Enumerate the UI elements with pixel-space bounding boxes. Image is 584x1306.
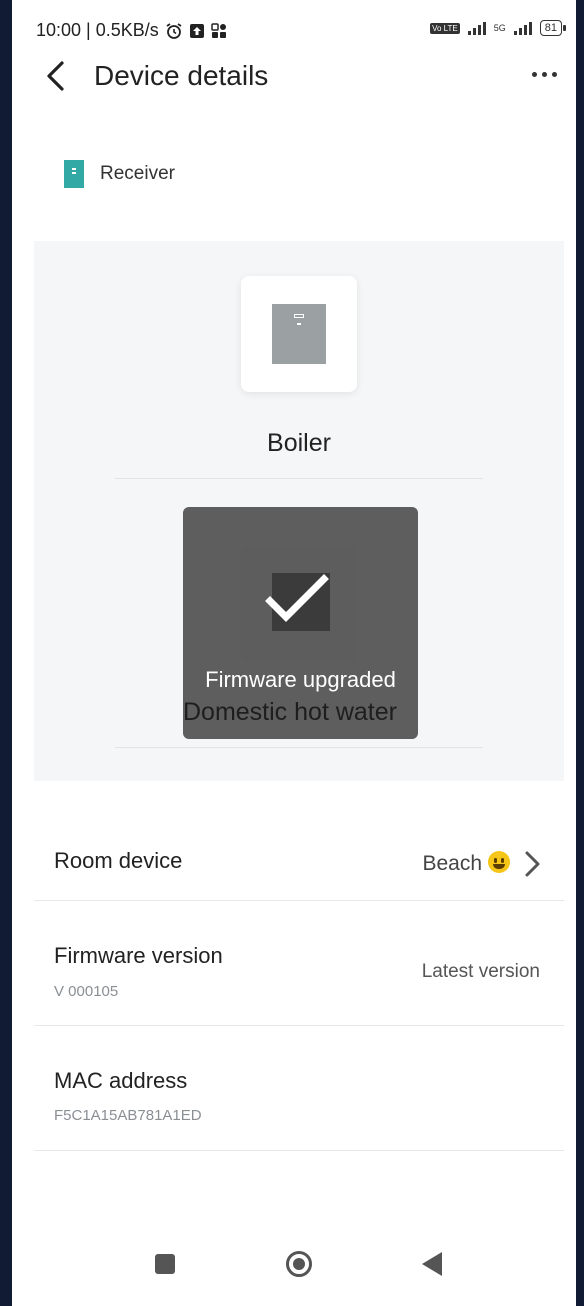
mac-title: MAC address	[54, 1068, 188, 1093]
network-type-label: 5G	[493, 23, 506, 33]
more-options-icon[interactable]	[524, 62, 564, 86]
volte-icon: Vo LTE	[430, 22, 460, 34]
system-nav-bar	[12, 1238, 576, 1294]
signal-icon	[467, 21, 486, 35]
page-title: Device details	[94, 60, 269, 91]
receiver-icon	[64, 160, 84, 188]
recents-icon[interactable]	[155, 1254, 175, 1274]
checkmark-tile	[265, 573, 330, 631]
room-device-row[interactable]: Room device Beach	[34, 820, 564, 900]
back-triangle-icon[interactable]	[422, 1252, 442, 1276]
device-name: Boiler	[267, 429, 331, 457]
device-type-row: Receiver	[64, 160, 175, 188]
battery-icon: 81	[539, 20, 567, 36]
divider	[115, 747, 483, 748]
smiley-emoji-icon	[488, 851, 510, 873]
boiler-icon	[272, 304, 326, 364]
app-grid-icon	[211, 22, 226, 38]
app-screen: 10:00 | 0.5KB/s Vo LTE 5G 81 Device deta…	[12, 0, 576, 1306]
toast-message: Firmware upgraded	[205, 667, 396, 692]
checkmark-icon	[265, 574, 329, 622]
firmware-row[interactable]: Firmware version V 000105 Latest version	[34, 901, 564, 1025]
firmware-version: V 000105	[54, 983, 119, 1000]
status-time-speed: 10:00 | 0.5KB/s	[36, 20, 159, 40]
status-bar: 10:00 | 0.5KB/s Vo LTE 5G 81	[12, 0, 576, 52]
boiler-tile[interactable]	[241, 276, 357, 392]
room-device-value: Beach	[422, 851, 510, 876]
app-header: Device details	[12, 52, 576, 102]
divider	[115, 478, 483, 479]
room-device-title: Room device	[54, 848, 183, 873]
mac-value: F5C1A15AB781A1ED	[54, 1107, 202, 1124]
row-divider	[34, 1150, 564, 1151]
mac-address-row: MAC address F5C1A15AB781A1ED	[34, 1026, 564, 1150]
room-name: Beach	[422, 852, 482, 875]
device-function-label: Domestic hot water	[183, 698, 397, 726]
back-arrow-icon[interactable]	[38, 58, 74, 94]
firmware-title: Firmware version	[54, 943, 223, 968]
device-type-label: Receiver	[100, 163, 175, 184]
alarm-icon	[166, 22, 182, 39]
status-left: 10:00 | 0.5KB/s	[36, 20, 227, 41]
status-right: Vo LTE 5G 81	[430, 20, 567, 36]
firmware-status: Latest version	[421, 961, 540, 982]
upload-notification-icon	[189, 23, 204, 38]
signal-icon-2	[513, 21, 532, 35]
chevron-right-icon[interactable]	[518, 850, 546, 878]
home-icon[interactable]	[286, 1251, 312, 1277]
